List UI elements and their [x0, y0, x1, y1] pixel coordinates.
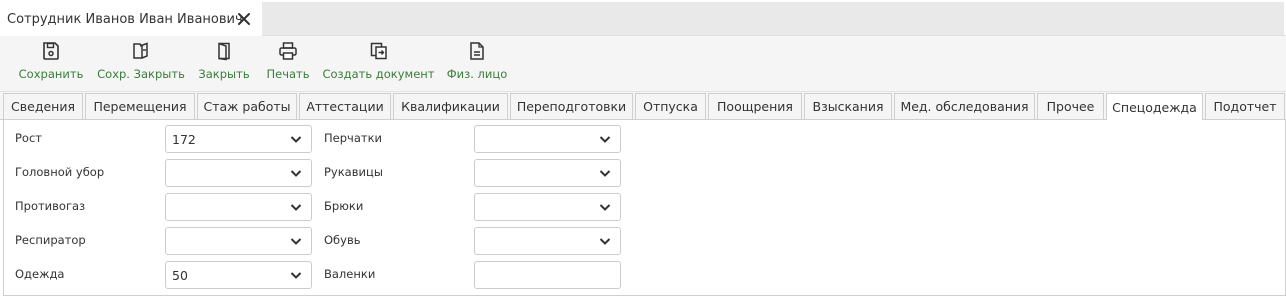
create-document-label: Создать документ: [322, 67, 435, 81]
save-button[interactable]: Сохранить: [18, 41, 84, 87]
tab-perepodgotovki[interactable]: Переподготовки: [510, 93, 633, 120]
mittens-label: Рукавицы: [324, 165, 383, 179]
document-tab-bar: Сотрудник Иванов Иван Иванович: [0, 0, 1286, 36]
chevron-down-icon: [599, 136, 611, 143]
tab-kvalifikatsii[interactable]: Квалификации: [393, 93, 508, 120]
headwear-label: Головной убор: [15, 165, 105, 179]
tab-bar-background: [262, 2, 1284, 35]
person-button[interactable]: Физ. лицо: [446, 41, 508, 87]
chevron-down-icon: [290, 170, 302, 177]
height-value: 172: [172, 132, 196, 147]
chevron-down-icon: [599, 204, 611, 211]
save-label: Сохранить: [18, 67, 84, 81]
chevron-down-icon: [290, 204, 302, 211]
person-label: Физ. лицо: [446, 67, 508, 81]
clothing-label: Одежда: [15, 267, 65, 281]
chevron-down-icon: [290, 136, 302, 143]
tab-vzyskaniya[interactable]: Взыскания: [804, 93, 892, 120]
tab-label: Перемещения: [93, 99, 187, 114]
tab-label: Прочее: [1046, 99, 1095, 114]
trousers-select[interactable]: [474, 193, 621, 221]
close-label: Закрыть: [198, 67, 250, 81]
tab-podotchet[interactable]: Подотчет: [1205, 93, 1285, 120]
headwear-select[interactable]: [165, 159, 312, 187]
create-document-button[interactable]: Создать документ: [322, 41, 435, 87]
chevron-down-icon: [290, 238, 302, 245]
tab-spetsodezhda[interactable]: Спецодежда: [1106, 93, 1203, 121]
create-document-icon: [370, 42, 387, 60]
tab-label: Мед. обследования: [900, 99, 1029, 114]
tab-peremeshcheniya[interactable]: Перемещения: [85, 93, 195, 120]
door-close-icon: [218, 42, 230, 61]
tab-svedeniya[interactable]: Сведения: [3, 93, 83, 120]
gloves-label: Перчатки: [324, 131, 382, 145]
tab-label: Спецодежда: [1112, 99, 1197, 115]
save-close-button[interactable]: Сохр. Закрыть: [97, 41, 185, 87]
printer-icon: [279, 42, 297, 60]
trousers-label: Брюки: [324, 199, 364, 213]
chevron-down-icon: [599, 238, 611, 245]
document-icon: [470, 42, 484, 60]
tab-med-obsledovaniya[interactable]: Мед. обследования: [894, 93, 1035, 120]
toolbar: Сохранить Сохр. Закрыть Закрыть Печать С…: [0, 36, 1286, 92]
print-button[interactable]: Печать: [266, 41, 310, 87]
respirator-select[interactable]: [165, 227, 312, 255]
tab-label: Взыскания: [812, 99, 884, 114]
tab-label: Поощрения: [717, 99, 793, 114]
tab-stazh-raboty[interactable]: Стаж работы: [197, 93, 297, 120]
tab-label: Подотчет: [1213, 99, 1277, 114]
gloves-select[interactable]: [474, 125, 621, 153]
tab-attestatsii[interactable]: Аттестации: [299, 93, 391, 120]
footwear-label: Обувь: [324, 233, 361, 247]
tab-label: Квалификации: [401, 99, 500, 114]
tab-pooshchreniya[interactable]: Поощрения: [708, 93, 802, 120]
felt-boots-input[interactable]: [474, 261, 621, 289]
close-tab-icon[interactable]: [236, 11, 252, 27]
clothing-value: 50: [172, 268, 188, 283]
close-button[interactable]: Закрыть: [198, 41, 250, 87]
tab-prochee[interactable]: Прочее: [1037, 93, 1104, 120]
save-close-icon: [133, 42, 148, 59]
chevron-down-icon: [290, 272, 302, 279]
footwear-select[interactable]: [474, 227, 621, 255]
height-select[interactable]: 172: [165, 125, 312, 153]
gas-mask-select[interactable]: [165, 193, 312, 221]
workwear-form-panel: Рост 172 Головной убор Противогаз Респир…: [3, 120, 1286, 296]
respirator-label: Респиратор: [15, 233, 86, 247]
tab-label: Стаж работы: [203, 99, 291, 114]
tab-label: Аттестации: [306, 99, 384, 114]
chevron-down-icon: [599, 170, 611, 177]
clothing-select[interactable]: 50: [165, 261, 312, 289]
tab-label: Сведения: [11, 99, 75, 114]
save-close-label: Сохр. Закрыть: [97, 67, 185, 81]
tab-label: Переподготовки: [516, 99, 627, 114]
height-label: Рост: [15, 131, 42, 145]
gas-mask-label: Противогаз: [15, 199, 86, 213]
print-label: Печать: [266, 67, 310, 81]
document-tab-title: Сотрудник Иванов Иван Иванович: [7, 11, 243, 27]
mittens-select[interactable]: [474, 159, 621, 187]
tab-otpuska[interactable]: Отпуска: [635, 93, 706, 120]
tab-label: Отпуска: [643, 99, 698, 114]
save-icon: [43, 42, 59, 60]
document-tab-employee[interactable]: Сотрудник Иванов Иван Иванович: [0, 2, 262, 36]
section-tabs: Сведения Перемещения Стаж работы Аттеста…: [0, 92, 1286, 121]
felt-boots-label: Валенки: [324, 267, 376, 281]
